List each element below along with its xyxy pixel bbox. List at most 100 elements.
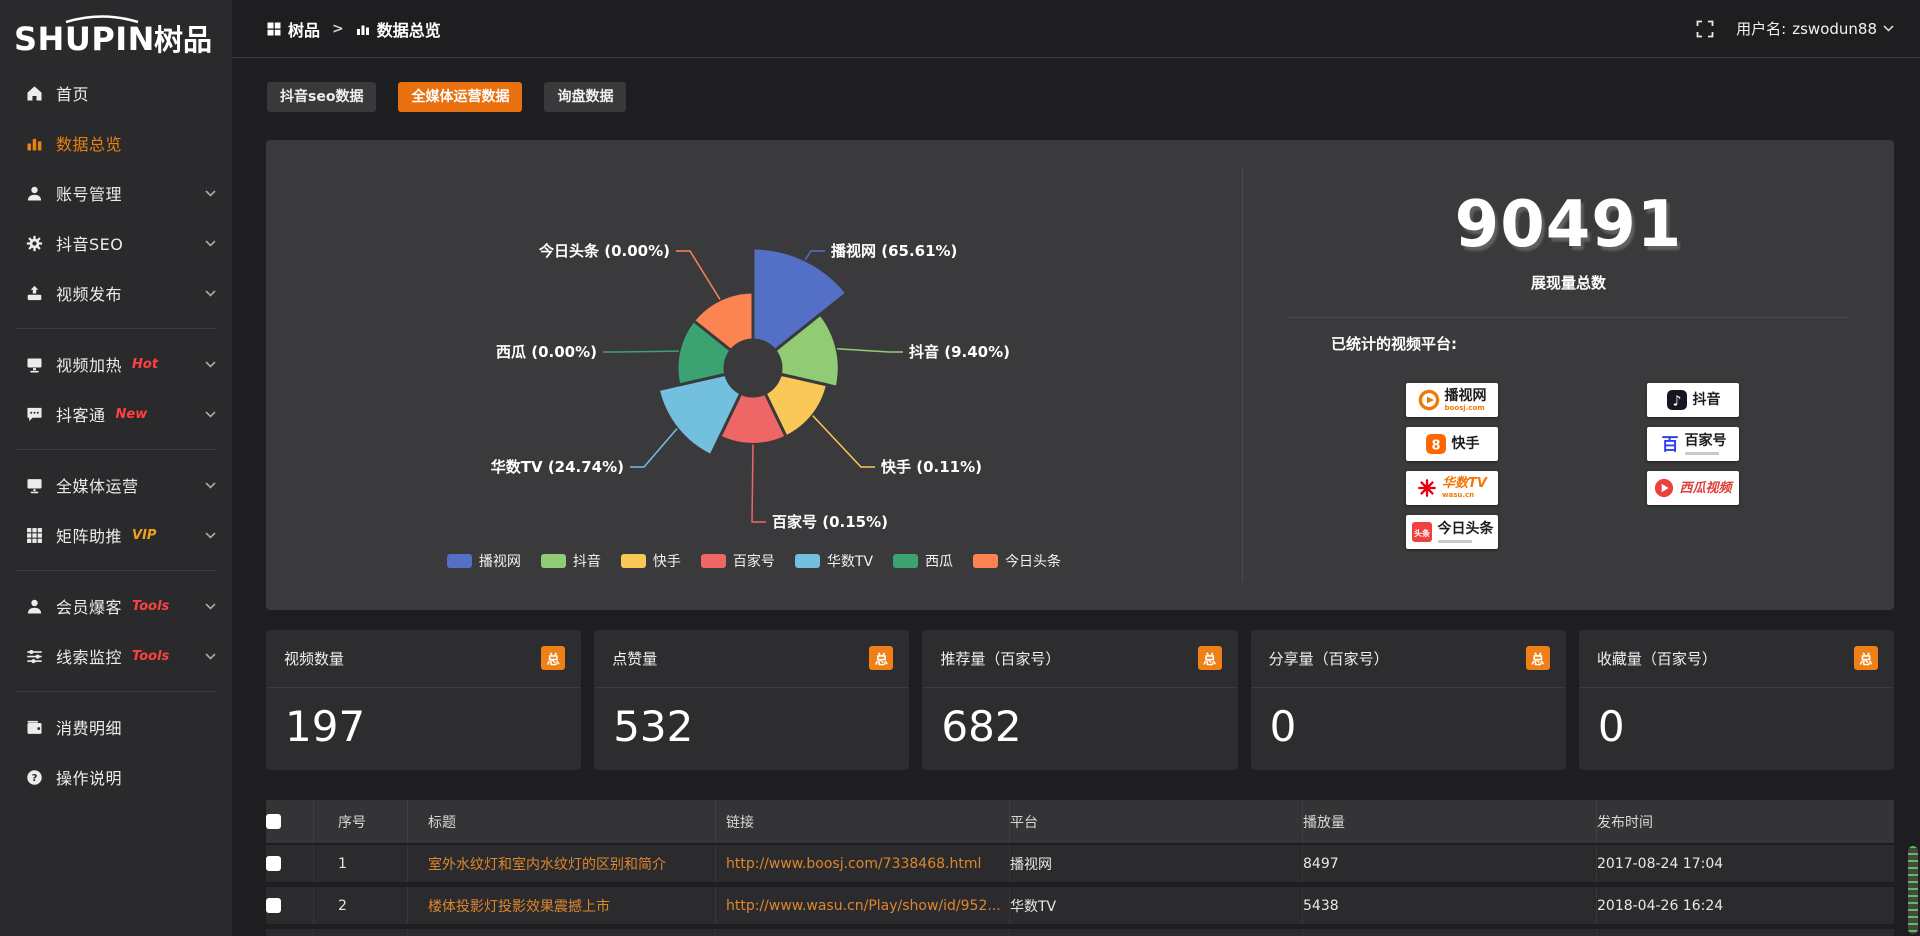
row-checkbox[interactable]	[266, 856, 281, 871]
platform-name: 播视网	[1445, 389, 1487, 403]
sidebar-item-data-overview[interactable]: 数据总览	[0, 118, 232, 168]
platform-name: 快手	[1452, 437, 1480, 451]
chevron-down-icon	[205, 532, 216, 539]
chevron-down-icon	[205, 653, 216, 660]
legend-swatch	[621, 554, 646, 568]
tab-douyin-seo-data[interactable]: 抖音seo数据	[267, 82, 376, 112]
scrollbar-thumb[interactable]	[1908, 846, 1918, 934]
sidebar-item-label: 矩阵助推	[56, 523, 122, 547]
cell-platform: 华数TV	[1009, 887, 1302, 924]
heat-icon	[26, 356, 43, 373]
bar-chart-icon	[356, 22, 370, 36]
platform-name: 今日头条	[1438, 522, 1494, 536]
platform-subtext: boosj.com	[1445, 405, 1485, 412]
sidebar-item-label: 线索监控	[56, 644, 122, 668]
stat-card-value: 682	[922, 688, 1237, 751]
sidebar-item-label: 视频加热	[56, 352, 122, 376]
total-badge: 总	[1854, 646, 1878, 670]
sidebar-divider	[16, 570, 216, 571]
legend-item[interactable]: 华数TV	[795, 551, 873, 571]
stat-card-title: 分享量（百家号）	[1251, 630, 1566, 688]
sidebar-item-label: 视频发布	[56, 281, 122, 305]
pie-label-line	[676, 251, 720, 300]
user-menu[interactable]: 用户名: zswodun88	[1736, 18, 1894, 39]
breadcrumb-current[interactable]: 数据总览	[356, 17, 441, 41]
legend-item[interactable]: 西瓜	[893, 551, 953, 571]
sidebar-item-home[interactable]: 首页	[0, 68, 232, 118]
wasu-logo-icon	[1417, 478, 1437, 498]
chart-icon	[26, 135, 43, 152]
stat-card-recommend-count: 推荐量（百家号）总682	[922, 630, 1237, 770]
sidebar-item-omni-media[interactable]: 全媒体运营	[0, 460, 232, 510]
row-url-link[interactable]: http://www.boosj.com/7338468.html	[715, 845, 1009, 882]
douyin-logo-icon: ♪	[1666, 389, 1688, 411]
breadcrumb-home[interactable]: 树品	[267, 17, 320, 41]
svg-text:?: ?	[32, 772, 38, 783]
fullscreen-icon[interactable]	[1696, 20, 1714, 38]
sidebar-item-douketong[interactable]: 抖客通New	[0, 389, 232, 439]
sidebar: SHUPIN 树品 首页数据总览账号管理抖音SEO 视频发布视频加热Hot抖客通N…	[0, 0, 232, 936]
tab-inquiry-data[interactable]: 询盘数据	[544, 82, 626, 112]
platform-share-card: 播视网 (65.61%)抖音 (9.40%)快手 (0.11%)百家号 (0.1…	[266, 140, 1894, 610]
sidebar-item-operation-guide[interactable]: ? 操作说明	[0, 752, 232, 802]
sidebar-item-label: 全媒体运营	[56, 473, 139, 497]
chart-legend: 播视网抖音快手百家号华数TV 西瓜今日头条	[266, 551, 1242, 571]
sidebar-item-label: 操作说明	[56, 765, 122, 789]
chevron-down-icon	[205, 190, 216, 197]
total-badge: 总	[1198, 646, 1222, 670]
legend-swatch	[795, 554, 820, 568]
stat-card-title: 视频数量	[266, 630, 581, 688]
column-header-link: 链接	[715, 800, 1009, 843]
row-title-link[interactable]: 室外水纹灯和室内水纹灯的区别和简介	[407, 845, 715, 882]
breadcrumb: 树品 > 数据总览	[267, 17, 441, 41]
table-row: 2楼体投影灯投影效果震撼上市http://www.wasu.cn/Play/sh…	[266, 887, 1894, 924]
column-header-num: 序号	[313, 800, 407, 843]
sidebar-divider	[16, 691, 216, 692]
select-all-checkbox[interactable]	[266, 814, 281, 829]
sidebar-item-video-heat[interactable]: 视频加热Hot	[0, 339, 232, 389]
sidebar-item-member-baoke[interactable]: 会员爆客Tools	[0, 581, 232, 631]
row-checkbox[interactable]	[266, 898, 281, 913]
impressions-total-label: 展现量总数	[1243, 272, 1894, 293]
sidebar-item-matrix-boost[interactable]: 矩阵助推VIP	[0, 510, 232, 560]
tab-omni-media-data[interactable]: 全媒体运营数据	[398, 82, 522, 112]
platform-badge-wasu: 华数TVwasu.cn	[1406, 471, 1498, 505]
stat-card-value: 0	[1251, 688, 1566, 751]
legend-item[interactable]: 播视网	[447, 551, 521, 571]
table-header-row: 序号标题链接平台播放量发布时间	[266, 800, 1894, 843]
user-icon	[26, 185, 43, 202]
app-root: SHUPIN 树品 首页数据总览账号管理抖音SEO视频发布视频加热Hot抖客通N…	[0, 0, 1920, 936]
sidebar-item-video-publish[interactable]: 视频发布	[0, 268, 232, 318]
username-value: zswodun88	[1792, 20, 1877, 38]
platform-share-rose-chart: 播视网 (65.61%)抖音 (9.40%)快手 (0.11%)百家号 (0.1…	[266, 140, 1242, 610]
checkbox-cell	[266, 800, 313, 843]
summary-divider	[1289, 317, 1849, 318]
toutiao-logo-icon: 头条	[1411, 521, 1433, 543]
legend-item[interactable]: 今日头条	[973, 551, 1061, 571]
sidebar-item-clue-monitor[interactable]: 线索监控Tools	[0, 631, 232, 681]
sidebar-menu: 首页数据总览账号管理抖音SEO 视频发布视频加热Hot抖客通New 全媒体运营矩阵助…	[0, 62, 232, 802]
legend-item[interactable]: 抖音	[541, 551, 601, 571]
platform-badge-baijiahao: 百百家号	[1647, 427, 1739, 461]
monitor-icon	[26, 477, 43, 494]
platform-subtext-bar	[1685, 452, 1719, 455]
app-logo[interactable]: SHUPIN 树品	[0, 0, 232, 62]
cell-time: 2017-08-24 17:04	[1596, 845, 1894, 882]
sidebar-item-consume-detail[interactable]: 消费明细	[0, 702, 232, 752]
table-row: 1室外水纹灯和室内水纹灯的区别和简介http://www.boosj.com/7…	[266, 845, 1894, 882]
legend-item[interactable]: 百家号	[701, 551, 775, 571]
sidebar-item-label: 会员爆客	[56, 594, 122, 618]
chevron-down-icon	[205, 240, 216, 247]
sidebar-item-douyin-seo[interactable]: 抖音SEO	[0, 218, 232, 268]
legend-item[interactable]: 快手	[621, 551, 681, 571]
platform-name: 抖音	[1693, 393, 1721, 407]
sidebar-item-account-management[interactable]: 账号管理	[0, 168, 232, 218]
row-url-link[interactable]: http://www.wasu.cn/Play/show/id/952...	[715, 887, 1009, 924]
total-badge: 总	[1526, 646, 1550, 670]
baijiahao-logo-icon: 百	[1660, 433, 1680, 455]
data-tabs: 抖音seo数据全媒体运营数据询盘数据	[267, 82, 626, 112]
stat-card-share-count: 分享量（百家号）总 0	[1251, 630, 1566, 770]
legend-label: 西瓜	[925, 551, 953, 571]
app-grid-icon	[267, 22, 281, 36]
row-title-link[interactable]: 楼体投影灯投影效果震撼上市	[407, 887, 715, 924]
